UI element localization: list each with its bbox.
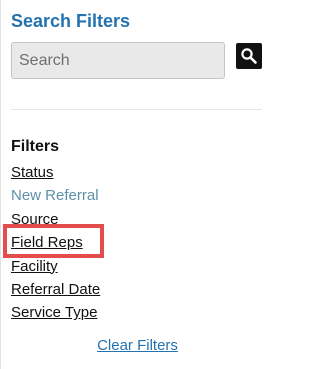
filter-item-status: Status xyxy=(11,161,100,184)
search-input[interactable] xyxy=(11,42,225,79)
panel-title: Search Filters xyxy=(11,11,131,31)
filter-link-field-reps[interactable]: Field Reps xyxy=(11,234,83,251)
search-button[interactable] xyxy=(236,43,262,69)
clear-filters-link[interactable]: Clear Filters xyxy=(1,336,274,355)
filters-heading: Filters xyxy=(11,138,60,155)
filter-item-source: Source xyxy=(11,208,100,231)
filter-link-referral-date[interactable]: Referral Date xyxy=(11,281,100,298)
filter-list: Status New Referral Source Field Reps Fa… xyxy=(11,161,100,325)
filter-link-service-type[interactable]: Service Type xyxy=(11,304,97,321)
search-filters-panel: Search Filters Filters Status New Referr… xyxy=(0,0,273,369)
filter-label-source: Source xyxy=(11,210,59,228)
section-divider xyxy=(11,109,262,110)
filter-value-new-referral: New Referral xyxy=(11,187,99,205)
filter-item-field-reps: Field Reps xyxy=(11,231,100,254)
filter-item-referral-date: Referral Date xyxy=(11,278,100,301)
filter-link-facility[interactable]: Facility xyxy=(11,258,58,275)
filter-item-new-referral: New Referral xyxy=(11,184,100,207)
filter-item-facility: Facility xyxy=(11,255,100,278)
filter-item-service-type: Service Type xyxy=(11,301,100,324)
magnifier-icon xyxy=(241,48,257,64)
filter-link-status[interactable]: Status xyxy=(11,164,54,181)
